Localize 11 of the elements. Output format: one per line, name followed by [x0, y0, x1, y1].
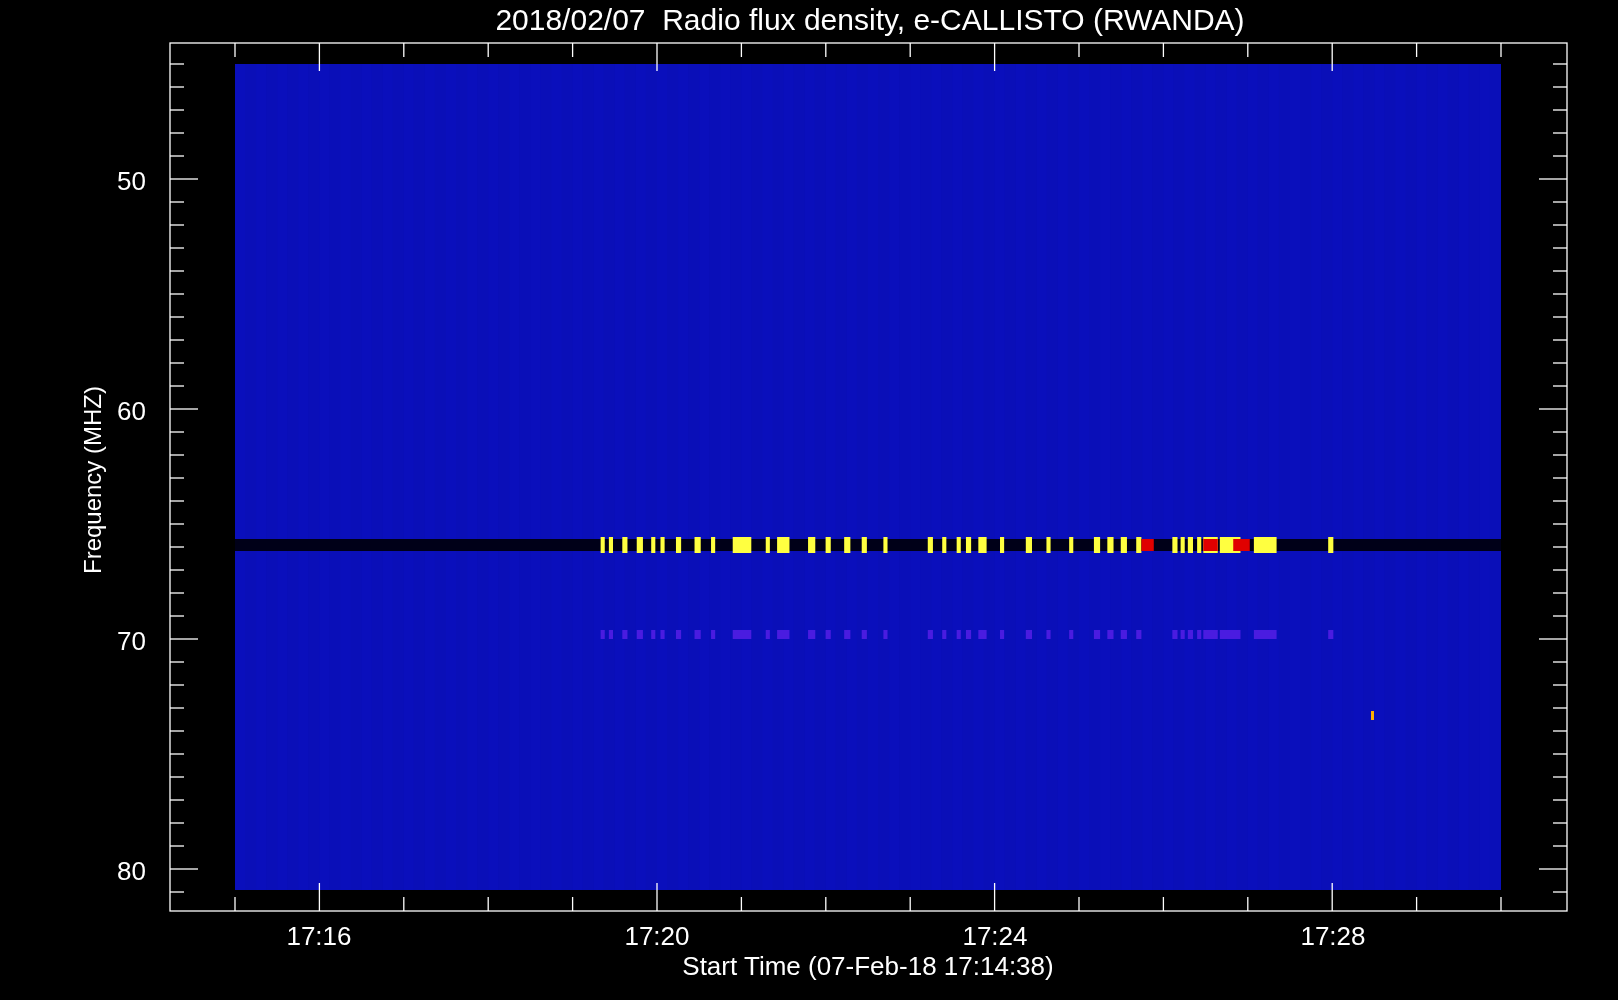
y-tick-label: 80	[117, 856, 146, 886]
y-tick-label: 70	[117, 626, 146, 656]
y-tick-label: 50	[117, 166, 146, 196]
x-tick-label: 17:16	[286, 921, 352, 951]
x-tick-label: 17:20	[624, 921, 690, 951]
x-tick-label: 17:28	[1300, 921, 1366, 951]
y-axis-label: Frequency (MHZ)	[79, 386, 106, 574]
x-axis-label: Start Time (07-Feb-18 17:14:38)	[682, 951, 1054, 981]
y-tick-label: 60	[117, 396, 146, 426]
x-tick-label: 17:24	[962, 921, 1028, 951]
chart-title: 2018/02/07 Radio flux density, e-CALLISTO (RWANDA)	[495, 3, 1245, 36]
